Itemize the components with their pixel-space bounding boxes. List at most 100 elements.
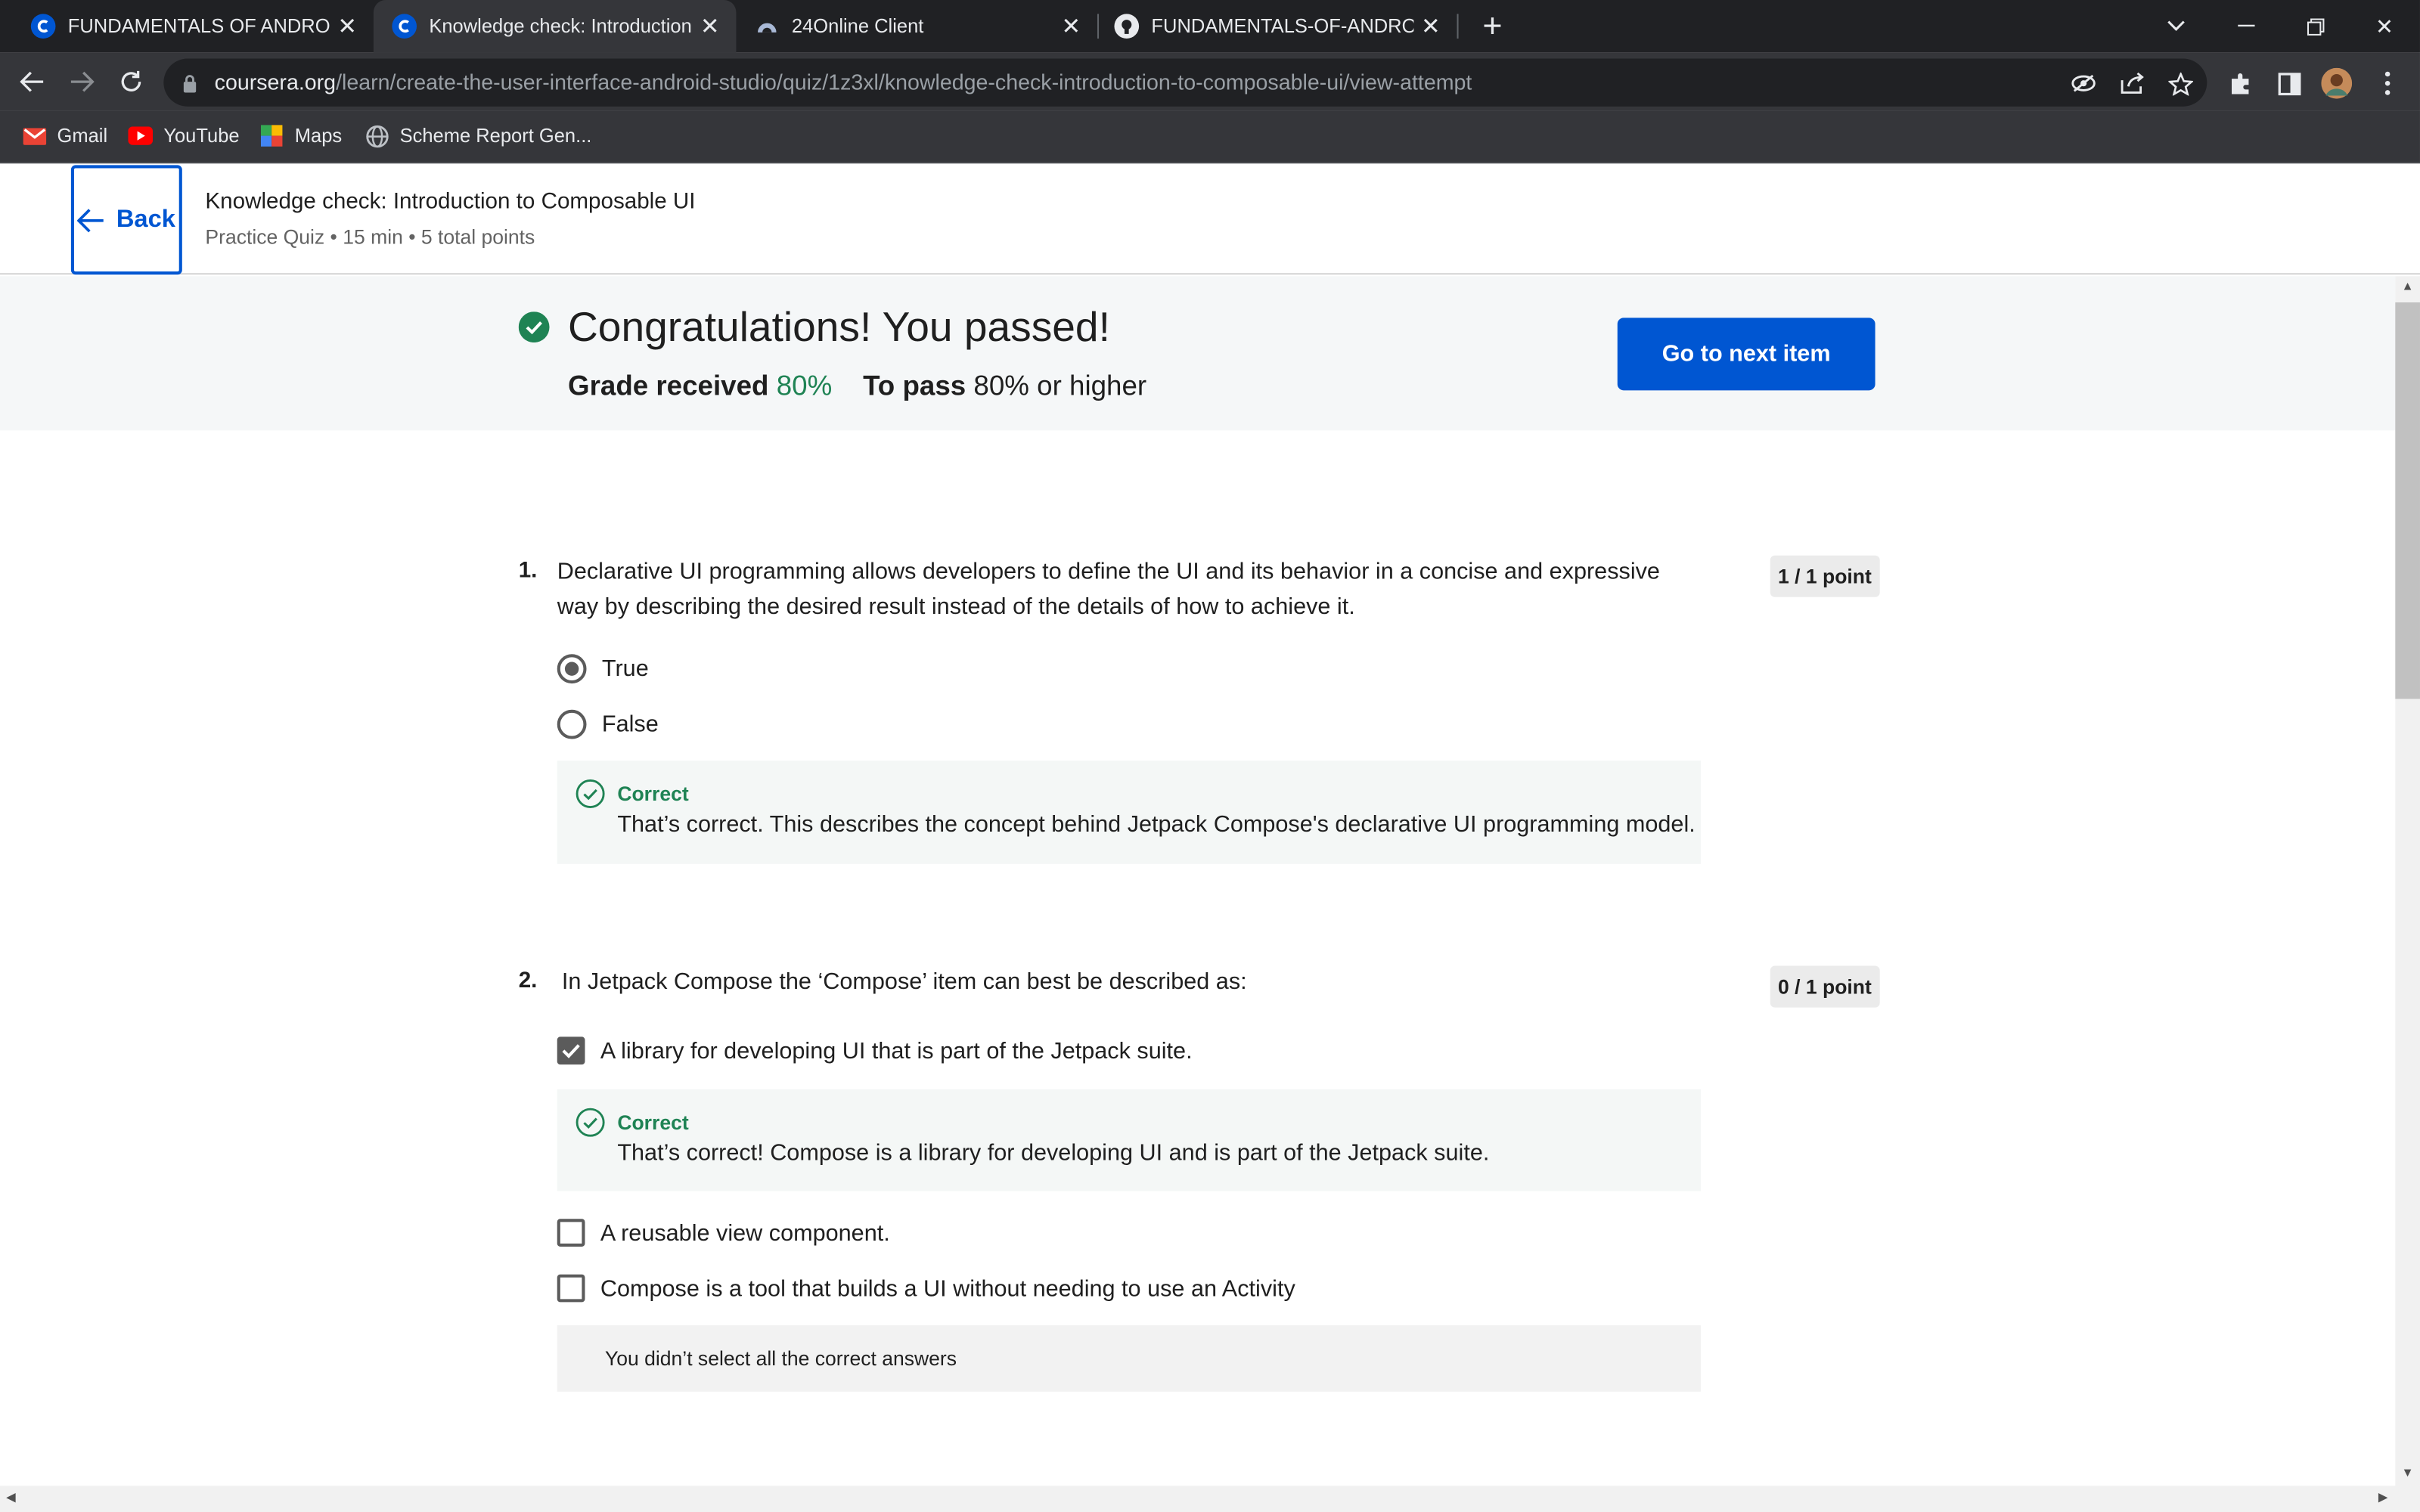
scroll-down-icon[interactable]: ▼ xyxy=(2401,1466,2413,1479)
scroll-right-icon[interactable]: ▶ xyxy=(2378,1490,2388,1504)
check-circle-icon xyxy=(518,311,550,350)
maps-icon xyxy=(259,123,284,148)
lock-icon xyxy=(182,73,197,101)
back-button[interactable]: Back xyxy=(70,165,182,275)
question-number: 2. xyxy=(518,968,538,994)
question-text: In Jetpack Compose the ‘Compose’ item ca… xyxy=(561,968,1247,996)
next-item-button[interactable]: Go to next item xyxy=(1617,318,1876,391)
bookmark-youtube[interactable]: YouTube xyxy=(128,123,240,148)
radio-selected[interactable] xyxy=(557,654,587,684)
bookmark-label: Maps xyxy=(294,125,343,147)
tab-24online[interactable]: 24Online Client ✕ xyxy=(736,0,1097,52)
side-panel-icon[interactable] xyxy=(2272,67,2306,101)
close-tab-icon[interactable]: ✕ xyxy=(693,12,727,40)
back-label: Back xyxy=(116,206,175,233)
bookmark-label: YouTube xyxy=(163,125,240,147)
cloud-icon xyxy=(755,14,780,39)
close-tab-icon[interactable]: ✕ xyxy=(330,12,365,40)
github-icon xyxy=(1114,14,1140,39)
share-icon[interactable] xyxy=(2118,68,2149,99)
more-menu-icon[interactable] xyxy=(2371,67,2405,101)
tab-title: FUNDAMENTALS-OF-ANDROID- xyxy=(1151,15,1414,37)
star-icon[interactable] xyxy=(2165,68,2196,99)
checkbox-checked[interactable] xyxy=(557,1036,585,1065)
result-headline: Congratulations! You passed! xyxy=(568,304,1110,351)
scroll-up-icon[interactable]: ▲ xyxy=(2401,279,2413,293)
profile-avatar[interactable] xyxy=(2319,67,2353,101)
url-text: coursera.org/learn/create-the-user-inter… xyxy=(215,70,1472,94)
question-number: 1. xyxy=(518,558,538,584)
check-circle-outline-icon xyxy=(576,1108,605,1145)
grade-summary: Grade received 80% To pass 80% or higher xyxy=(568,370,1146,403)
close-tab-icon[interactable]: ✕ xyxy=(1413,12,1447,40)
tab-fundamentals[interactable]: FUNDAMENTALS OF ANDROID :: ✕ xyxy=(0,0,374,52)
bookmarks-bar: Gmail YouTube Maps Scheme Report Gen... xyxy=(0,110,2420,164)
coursera-icon xyxy=(30,14,56,39)
result-banner: Congratulations! You passed! Grade recei… xyxy=(0,276,2396,431)
close-window-button[interactable]: ✕ xyxy=(2350,0,2418,52)
tab-title: Knowledge check: Introduction to xyxy=(429,15,693,37)
checkbox-unchecked[interactable] xyxy=(557,1274,585,1303)
tab-title: FUNDAMENTALS OF ANDROID :: xyxy=(67,15,330,37)
bookmark-label: Gmail xyxy=(57,125,108,147)
bookmark-label: Scheme Report Gen... xyxy=(399,125,592,147)
check-circle-outline-icon xyxy=(576,779,605,816)
option-tool[interactable]: Compose is a tool that builds a UI witho… xyxy=(557,1274,1295,1303)
horizontal-scrollbar[interactable]: ◀ ▶ xyxy=(0,1486,2420,1512)
restore-button[interactable] xyxy=(2281,0,2349,52)
option-reusable-view[interactable]: A reusable view component. xyxy=(557,1219,890,1247)
radio-unselected[interactable] xyxy=(557,709,587,739)
option-true[interactable]: True xyxy=(557,654,649,684)
tab-strip: FUNDAMENTALS OF ANDROID :: ✕ Knowledge c… xyxy=(0,0,2420,53)
option-label: Compose is a tool that builds a UI witho… xyxy=(600,1275,1295,1302)
url-path: /learn/create-the-user-interface-android… xyxy=(336,69,1472,94)
grade-value: 80% xyxy=(776,370,833,401)
option-label: A reusable view component. xyxy=(600,1219,890,1246)
scroll-left-icon[interactable]: ◀ xyxy=(6,1490,16,1504)
checkbox-unchecked[interactable] xyxy=(557,1219,585,1247)
option-library[interactable]: A library for developing UI that is part… xyxy=(557,1036,1193,1065)
tab-search-icon[interactable] xyxy=(2142,0,2211,52)
summary-text: You didn’t select all the correct answer… xyxy=(604,1346,957,1371)
close-tab-icon[interactable]: ✕ xyxy=(1054,12,1088,40)
option-label: True xyxy=(601,655,649,683)
feedback-text: That’s correct! Compose is a library for… xyxy=(617,1140,1490,1167)
grade-label: Grade received xyxy=(568,370,769,401)
feedback-text: That’s correct. This describes the conce… xyxy=(617,811,1696,838)
option-false[interactable]: False xyxy=(557,709,659,739)
coursera-icon xyxy=(392,14,417,39)
browser-toolbar: coursera.org/learn/create-the-user-inter… xyxy=(0,52,2420,111)
forward-arrow-icon[interactable] xyxy=(60,60,104,104)
quiz-subtitle: Practice Quiz • 15 min • 5 total points xyxy=(205,225,535,249)
feedback-label: Correct xyxy=(617,782,689,806)
youtube-icon xyxy=(128,123,154,148)
minimize-button[interactable] xyxy=(2211,0,2279,52)
tab-title: 24Online Client xyxy=(791,15,924,37)
question-text: Declarative UI programming allows develo… xyxy=(557,558,1660,621)
feedback-correct: Correct That’s correct. This describes t… xyxy=(557,761,1701,864)
pass-label: To pass xyxy=(863,370,966,401)
gmail-icon xyxy=(22,123,47,148)
points-badge: 0 / 1 point xyxy=(1770,965,1880,1008)
extensions-icon[interactable] xyxy=(2224,67,2258,101)
new-tab-button[interactable]: + xyxy=(1459,0,1527,52)
bookmark-gmail[interactable]: Gmail xyxy=(22,123,108,148)
eye-off-icon[interactable] xyxy=(2068,68,2099,99)
quiz-header: Back Knowledge check: Introduction to Co… xyxy=(0,163,2420,275)
feedback-label: Correct xyxy=(617,1111,689,1134)
bookmark-maps[interactable]: Maps xyxy=(259,123,342,148)
bookmark-scheme-report[interactable]: Scheme Report Gen... xyxy=(365,123,592,148)
back-arrow-icon[interactable] xyxy=(11,60,54,104)
tab-knowledge-check[interactable]: Knowledge check: Introduction to ✕ xyxy=(373,0,737,53)
scroll-thumb[interactable] xyxy=(2395,302,2420,699)
browser-window: FUNDAMENTALS OF ANDROID :: ✕ Knowledge c… xyxy=(0,0,2420,1512)
option-label: False xyxy=(601,711,659,738)
globe-icon xyxy=(365,123,389,148)
address-bar[interactable]: coursera.org/learn/create-the-user-inter… xyxy=(163,58,2207,107)
reload-icon[interactable] xyxy=(110,60,153,104)
vertical-scrollbar[interactable]: ▲ ▼ xyxy=(2395,276,2420,1486)
option-label: A library for developing UI that is part… xyxy=(600,1037,1193,1064)
quiz-title: Knowledge check: Introduction to Composa… xyxy=(205,190,696,215)
url-host: coursera.org xyxy=(214,69,337,94)
tab-github[interactable]: FUNDAMENTALS-OF-ANDROID- ✕ xyxy=(1099,0,1457,52)
